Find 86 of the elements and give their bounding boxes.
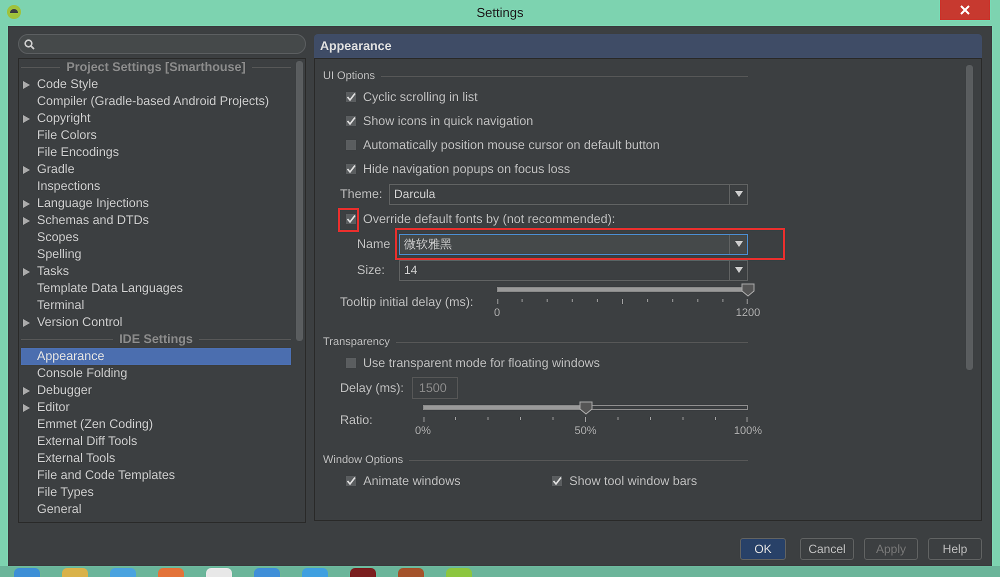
field-label: Size: (357, 262, 386, 279)
tree-item[interactable]: Debugger (21, 382, 291, 399)
checkbox-label: Automatically position mouse cursor on default button (363, 136, 660, 154)
close-icon (960, 5, 970, 15)
dropdown[interactable]: 14 (399, 260, 748, 280)
search-field[interactable] (18, 34, 306, 54)
tree-item[interactable]: Editor (21, 399, 291, 416)
checkbox-label: Cyclic scrolling in list (363, 88, 478, 106)
tree-item[interactable]: Code Style (21, 76, 291, 93)
dropdown-arrow-icon (734, 241, 742, 247)
tree-item[interactable]: Language Injections (21, 195, 291, 212)
search-icon (24, 38, 35, 50)
tree-item[interactable]: File Encodings (21, 144, 291, 161)
checkbox[interactable] (345, 115, 357, 127)
expand-arrow-icon[interactable] (23, 81, 30, 89)
checkbox-label: Hide navigation popups on focus loss (363, 160, 570, 178)
field-label: Name (357, 236, 392, 253)
expand-arrow-icon[interactable] (23, 404, 30, 412)
scrollbar[interactable] (966, 65, 973, 370)
checkbox-label: Show icons in quick navigation (363, 112, 534, 130)
tree-item[interactable]: Compiler (Gradle-based Android Projects) (21, 93, 291, 110)
expand-arrow-icon[interactable] (23, 268, 30, 276)
panel-title: Appearance (314, 34, 982, 58)
tick-label: 1200 (736, 306, 760, 321)
checkbox-label: Animate windows (363, 472, 461, 490)
field-label: Theme: (340, 186, 384, 203)
tree-item[interactable]: Schemas and DTDs (21, 212, 291, 229)
expand-arrow-icon[interactable] (23, 200, 30, 208)
expand-arrow-icon[interactable] (23, 387, 30, 395)
checkbox[interactable] (345, 163, 357, 175)
dialog-button[interactable]: OK (740, 538, 786, 560)
dialog-button[interactable]: Help (928, 538, 982, 560)
tree-item[interactable]: Console Folding (21, 365, 291, 382)
expand-arrow-icon[interactable] (23, 166, 30, 174)
checkbox[interactable] (345, 475, 357, 487)
tree-item[interactable]: Template Data Languages (21, 280, 291, 297)
tree-item[interactable]: Terminal (21, 297, 291, 314)
checkbox[interactable] (345, 139, 357, 151)
tree-item[interactable]: Copyright (21, 110, 291, 127)
dialog-button[interactable]: Cancel (800, 538, 854, 560)
close-button[interactable] (940, 0, 990, 20)
android-icon (7, 5, 21, 19)
checkbox[interactable] (345, 213, 357, 225)
slider-label: Ratio: (340, 412, 374, 429)
group-title: UI Options (323, 68, 375, 84)
window-title: Settings (476, 5, 524, 20)
dropdown[interactable]: Darcula (389, 184, 748, 204)
slider-label: Tooltip initial delay (ms): (340, 294, 474, 311)
tree-item[interactable]: Appearance (21, 348, 291, 365)
expand-arrow-icon[interactable] (23, 217, 30, 225)
tree-item[interactable]: External Diff Tools (21, 433, 291, 450)
checkbox[interactable] (345, 91, 357, 103)
tree-item[interactable]: External Tools (21, 450, 291, 467)
slider-thumb[interactable] (578, 401, 592, 415)
slider-thumb[interactable] (741, 283, 755, 297)
dropdown[interactable]: 微软雅黑 (399, 234, 748, 254)
tick-label: 0% (415, 424, 431, 439)
tree-item[interactable]: File and Code Templates (21, 467, 291, 484)
tick-label: 0 (494, 306, 500, 321)
checkbox-label: Show tool window bars (569, 472, 698, 490)
tree-item[interactable]: Inspections (21, 178, 291, 195)
expand-arrow-icon[interactable] (23, 115, 30, 123)
checkbox-label: Override default fonts by (not recommended): (363, 210, 616, 228)
checkbox[interactable] (345, 357, 357, 369)
scrollbar[interactable] (296, 61, 303, 341)
tree-item[interactable]: General (21, 501, 291, 518)
section-header: Project Settings [Smarthouse] (66, 59, 246, 76)
tick-label: 50% (574, 424, 597, 439)
group-title: Window Options (323, 452, 404, 468)
checkbox[interactable] (551, 475, 563, 487)
tree-item[interactable]: Gradle (21, 161, 291, 178)
tree-item[interactable]: File Types (21, 484, 291, 501)
tree-item[interactable]: File Colors (21, 127, 291, 144)
group-title: Transparency (323, 334, 390, 350)
field-label: Delay (ms): (340, 380, 404, 397)
section-header: IDE Settings (119, 331, 193, 348)
tree-item[interactable]: Tasks (21, 263, 291, 280)
dropdown-arrow-icon (734, 191, 742, 197)
tree-item[interactable]: Scopes (21, 229, 291, 246)
tree-item[interactable]: Version Control (21, 314, 291, 331)
tick-label: 100% (734, 424, 762, 439)
checkbox-label: Use transparent mode for floating windows (363, 354, 600, 372)
tree-item[interactable]: Spelling (21, 246, 291, 263)
dropdown-arrow-icon (734, 267, 742, 273)
tree-item[interactable]: Emmet (Zen Coding) (21, 416, 291, 433)
expand-arrow-icon[interactable] (23, 319, 30, 327)
